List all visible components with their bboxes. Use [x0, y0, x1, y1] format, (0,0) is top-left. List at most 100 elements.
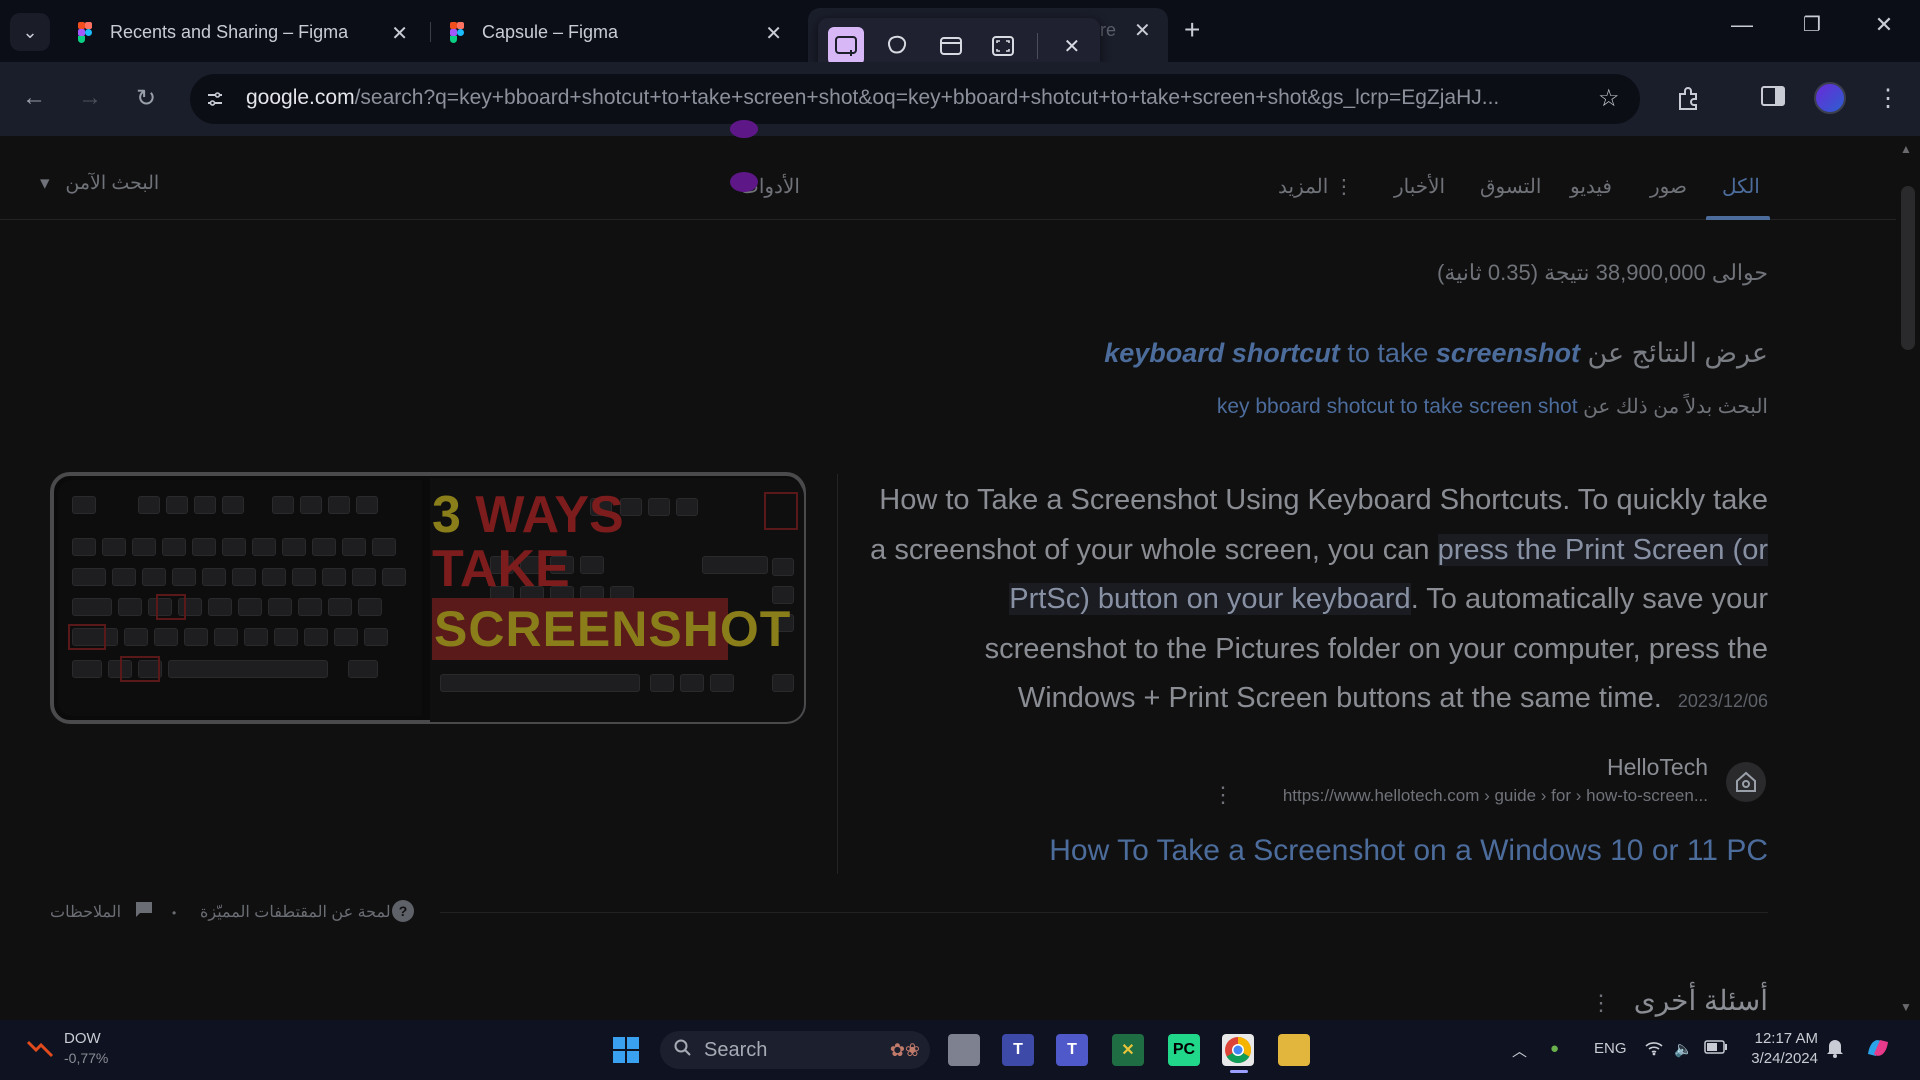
- close-icon[interactable]: ✕: [1134, 18, 1151, 43]
- tray-app-icon[interactable]: ●: [1550, 1040, 1559, 1057]
- start-button[interactable]: [610, 1034, 642, 1066]
- file-explorer-icon[interactable]: [1278, 1034, 1310, 1066]
- scrollbar-thumb[interactable]: [1901, 186, 1915, 350]
- dot-separator: •: [172, 906, 177, 920]
- close-icon[interactable]: ✕: [765, 21, 782, 46]
- task-view-icon[interactable]: [948, 1034, 980, 1066]
- copilot-icon[interactable]: [1864, 1034, 1892, 1066]
- home-icon: [1736, 771, 1756, 792]
- tab-recents-figma[interactable]: Recents and Sharing – Figma ✕: [62, 12, 422, 52]
- app-icon[interactable]: ✕: [1112, 1034, 1144, 1066]
- pycharm-icon[interactable]: PC: [1168, 1034, 1200, 1066]
- tab-videos[interactable]: فيديو: [1570, 174, 1612, 199]
- feedback-link[interactable]: الملاحظات: [50, 902, 121, 922]
- close-window-button[interactable]: ✕: [1864, 12, 1904, 38]
- other-questions-kebab-icon[interactable]: ⋮: [1590, 990, 1612, 1016]
- side-panel-icon[interactable]: [1760, 84, 1786, 115]
- safe-search-menu[interactable]: ▾ البحث الآمن: [40, 172, 159, 195]
- wifi-icon[interactable]: [1644, 1040, 1664, 1060]
- teams-icon[interactable]: T: [1056, 1034, 1088, 1066]
- showing-for-prefix: عرض النتائج عن: [1587, 338, 1768, 368]
- tab-title: Recents and Sharing – Figma: [110, 21, 349, 42]
- tab-more[interactable]: المزيد ⋮: [1278, 174, 1354, 199]
- widget-value: -0,77%: [64, 1050, 109, 1066]
- original-query-link[interactable]: key bboard shotcut to take screen shot: [1217, 395, 1578, 418]
- notification-bell-icon[interactable]: [1826, 1038, 1844, 1062]
- bookmark-star-icon[interactable]: ☆: [1598, 84, 1620, 113]
- featured-snippet-text: How to Take a Screenshot Using Keyboard …: [860, 476, 1768, 727]
- url-text[interactable]: google.com/search?q=key+bboard+shotcut+t…: [246, 86, 1586, 110]
- forward-button[interactable]: →: [72, 84, 108, 112]
- language-indicator[interactable]: ENG: [1594, 1040, 1627, 1057]
- search-placeholder: Search: [704, 1038, 768, 1061]
- tab-news[interactable]: الأخبار: [1394, 174, 1445, 199]
- result-options-kebab-icon[interactable]: ⋮: [1212, 782, 1234, 808]
- kebab-icon: ⋮: [1333, 176, 1354, 198]
- help-icon[interactable]: ?: [392, 900, 414, 922]
- more-label: المزيد: [1278, 176, 1329, 198]
- plus-icon: +: [1184, 14, 1201, 45]
- close-icon: ✕: [1063, 35, 1081, 58]
- back-button[interactable]: ←: [16, 84, 52, 112]
- window-snip-button[interactable]: [932, 27, 968, 65]
- tab-all[interactable]: الكل: [1722, 174, 1760, 199]
- taskbar-search[interactable]: Search ✿❀: [660, 1031, 930, 1069]
- menu-kebab-icon[interactable]: ⋮: [1876, 84, 1900, 113]
- caption-number: 3: [432, 486, 461, 544]
- corrected-query-link[interactable]: keyboard shortcut to take screenshot: [1104, 338, 1580, 368]
- search-instead-prefix: البحث بدلاً من ذلك عن: [1583, 396, 1768, 418]
- volume-icon[interactable]: 🔈: [1674, 1040, 1693, 1058]
- safe-search-label: البحث الآمن: [65, 173, 160, 194]
- close-icon[interactable]: ✕: [391, 21, 408, 46]
- rectangle-snip-icon: [835, 36, 858, 56]
- feedback-icon[interactable]: [134, 900, 154, 923]
- tab-capsule-figma[interactable]: Capsule – Figma ✕: [434, 12, 796, 52]
- tab-shopping[interactable]: التسوق: [1480, 174, 1541, 199]
- tab-search-button[interactable]: ⌄: [10, 13, 50, 51]
- widget-label[interactable]: DOW: [64, 1030, 101, 1047]
- source-url[interactable]: https://www.hellotech.com › guide › for …: [1283, 786, 1708, 806]
- corrected-bold-1: keyboard shortcut: [1104, 338, 1340, 368]
- battery-icon[interactable]: [1704, 1040, 1728, 1058]
- active-tab-indicator: [1706, 216, 1770, 220]
- teams-work-icon[interactable]: T: [1002, 1034, 1034, 1066]
- tab-title: Capsule – Figma: [482, 21, 619, 42]
- active-app-indicator: [1230, 1070, 1248, 1073]
- stock-chart-icon: [26, 1040, 54, 1058]
- minimize-button[interactable]: —: [1722, 12, 1762, 38]
- corrected-mid: to take: [1347, 338, 1429, 368]
- tab-images[interactable]: صور: [1650, 174, 1687, 199]
- reload-button[interactable]: ↻: [128, 84, 164, 113]
- show-hidden-icons[interactable]: ︿: [1512, 1040, 1527, 1061]
- site-favicon[interactable]: [1726, 762, 1766, 802]
- restore-button[interactable]: ❐: [1792, 12, 1832, 37]
- scroll-up-arrow[interactable]: ▲: [1900, 142, 1912, 156]
- profile-avatar[interactable]: [1814, 82, 1846, 114]
- about-featured-snippets[interactable]: لمحة عن المقتطفات المميّزة: [200, 902, 391, 922]
- clock-time[interactable]: 12:17 AM: [1746, 1030, 1818, 1047]
- search-highlight-icon: ✿❀: [889, 1039, 920, 1060]
- caption-line-1: WAYS: [475, 486, 624, 544]
- rectangle-snip-button[interactable]: [828, 27, 865, 65]
- url-host: google.com: [246, 86, 355, 109]
- other-questions-heading: أسئلة أخرى: [1633, 985, 1768, 1016]
- scroll-down-arrow[interactable]: ▼: [1900, 1000, 1912, 1014]
- cursor-blob: [730, 172, 758, 192]
- chrome-icon[interactable]: [1222, 1034, 1254, 1066]
- result-title-link[interactable]: How To Take a Screenshot on a Windows 10…: [1049, 834, 1768, 868]
- site-info-icon[interactable]: [202, 86, 228, 112]
- close-snip-button[interactable]: ✕: [1054, 27, 1090, 65]
- image-caption-ways: 3 WAYS TAKE: [432, 488, 624, 596]
- new-tab-button[interactable]: +: [1184, 14, 1200, 46]
- chevron-down-icon: ⌄: [22, 21, 38, 42]
- freeform-snip-icon: [888, 35, 907, 54]
- source-name[interactable]: HelloTech: [1607, 754, 1708, 781]
- search-instead: البحث بدلاً من ذلك عن key bboard shotcut…: [1217, 394, 1768, 419]
- corrected-bold-2: screenshot: [1435, 338, 1580, 368]
- fullscreen-snip-button[interactable]: [985, 27, 1021, 65]
- section-divider: [440, 912, 1768, 913]
- extensions-icon[interactable]: [1674, 84, 1702, 119]
- vertical-divider: [837, 474, 838, 874]
- freeform-snip-button[interactable]: [880, 27, 916, 65]
- clock-date[interactable]: 3/24/2024: [1746, 1050, 1818, 1067]
